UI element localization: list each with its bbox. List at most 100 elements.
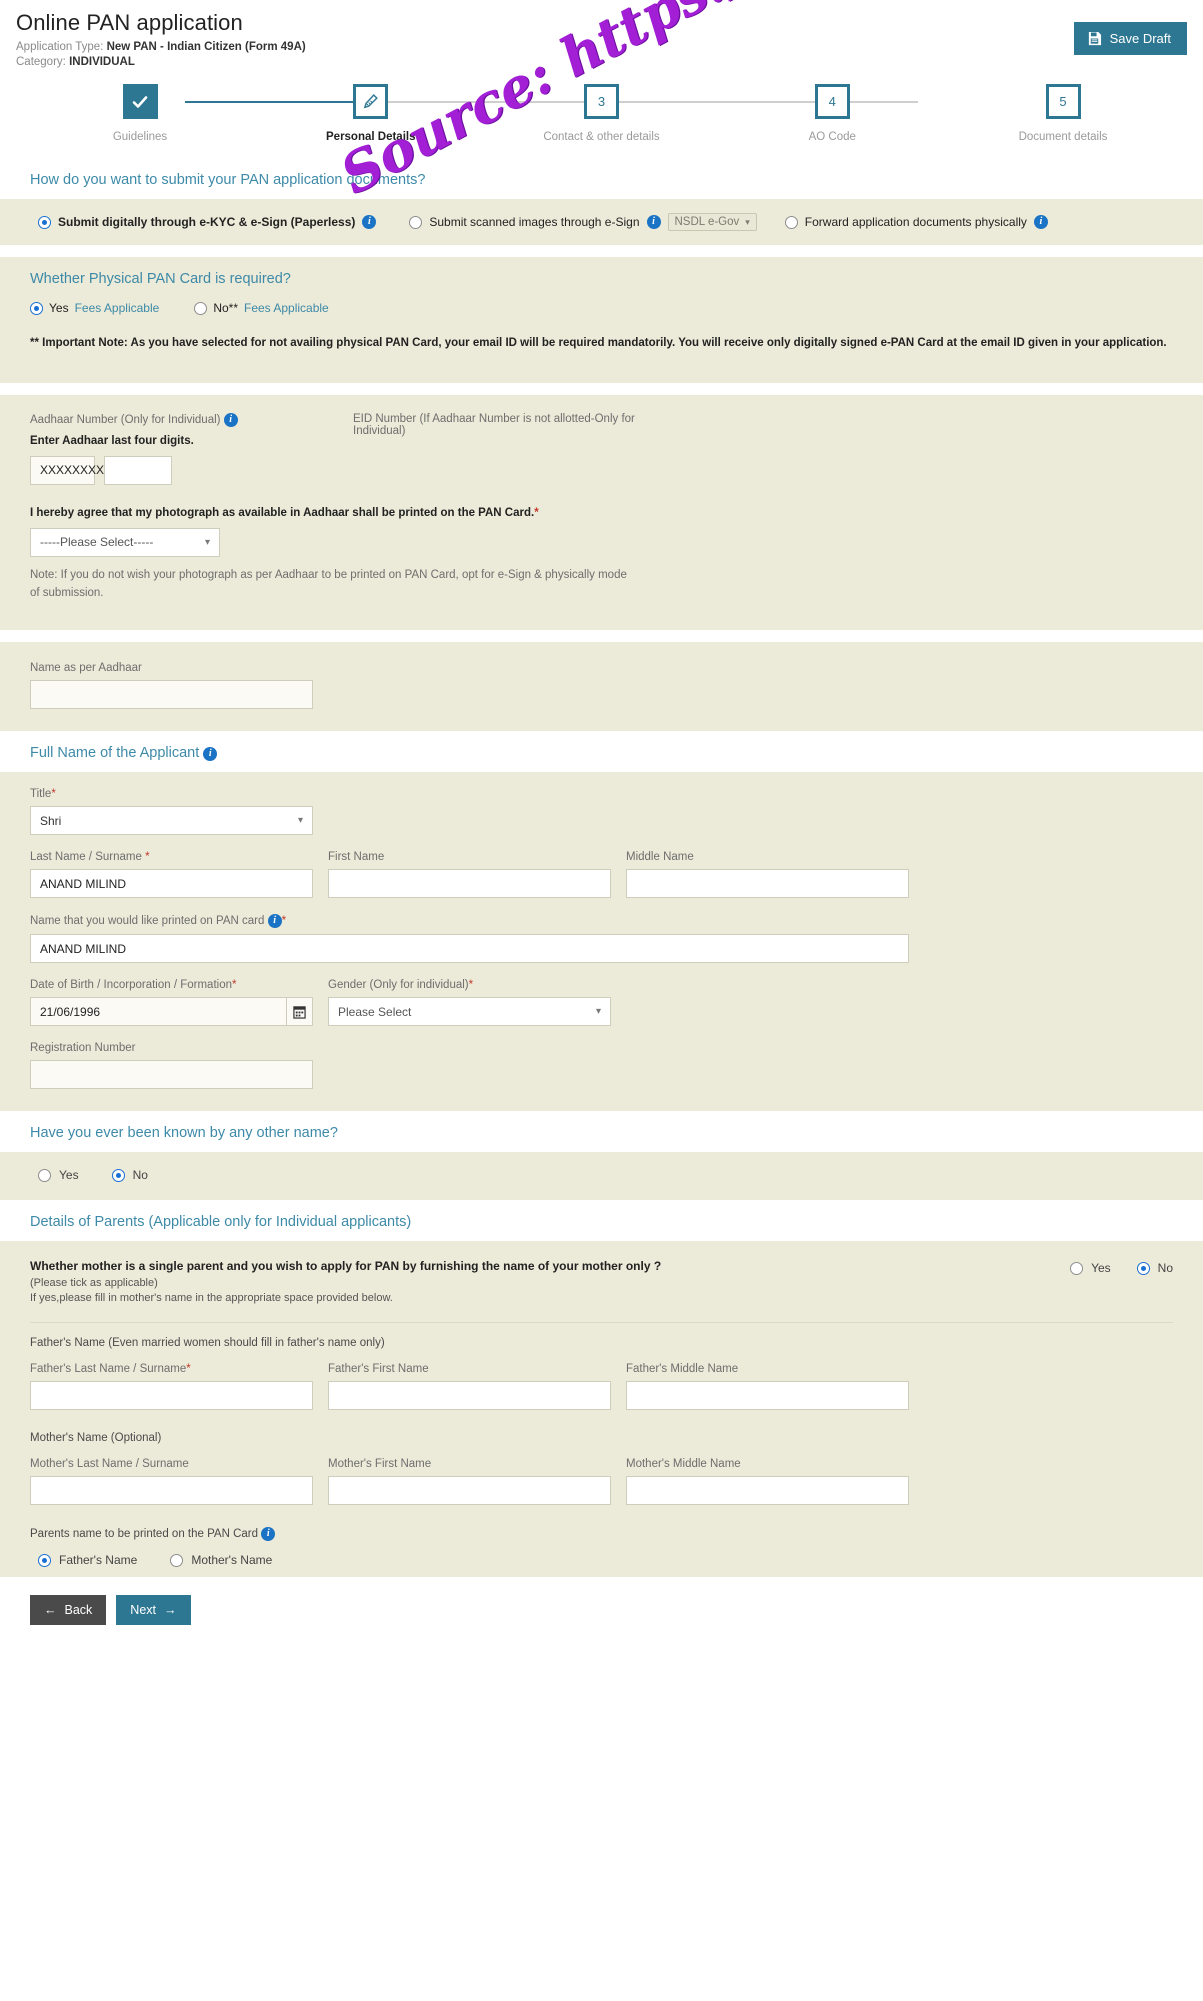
mother-first-name-group: Mother's First Name	[328, 1458, 611, 1506]
aadhaar-consent-value: -----Please Select-----	[40, 535, 154, 550]
info-icon[interactable]: i	[646, 215, 661, 229]
pencil-icon	[353, 84, 389, 119]
calendar-icon[interactable]	[285, 997, 313, 1027]
stepper-connector-3	[550, 101, 735, 103]
father-name-heading: Father's Name (Even married women should…	[30, 1337, 385, 1350]
first-name-input[interactable]	[328, 869, 611, 899]
step-ao-code[interactable]: 4 AO Code	[772, 84, 892, 149]
aadhaar-number-group: Aadhaar Number (Only for Individual) i E…	[30, 412, 330, 485]
aadhaar-masked-input[interactable]: XXXXXXXX	[30, 455, 104, 485]
father-middle-name-group: Father's Middle Name	[626, 1363, 909, 1411]
step-3-label: Contact & other details	[543, 131, 660, 143]
printed-parent-mother-radio[interactable]	[170, 1553, 184, 1567]
aadhaar-consent-select[interactable]: -----Please Select----- ▾	[30, 527, 220, 557]
info-icon[interactable]: i	[203, 746, 218, 761]
mother-middle-name-label: Mother's Middle Name	[626, 1458, 741, 1471]
aadhaar-consent-note: Note: If you do not wish your photograph…	[30, 568, 627, 599]
other-name-no[interactable]: No	[111, 1168, 148, 1182]
info-icon[interactable]: i	[1033, 215, 1048, 229]
registration-number-input[interactable]	[30, 1060, 313, 1090]
other-name-section-title: Have you ever been known by any other na…	[30, 1125, 338, 1142]
physical-card-no[interactable]: No** Fees Applicable	[194, 301, 329, 315]
single-parent-question-group: Whether mother is a single parent and yo…	[30, 1259, 661, 1304]
submission-option-physical-radio[interactable]	[784, 215, 798, 229]
submission-option-ekyc[interactable]: Submit digitally through e-KYC & e-Sign …	[38, 215, 377, 229]
last-name-input[interactable]: ANAND MILIND	[30, 869, 313, 899]
title-label: Title*	[30, 788, 56, 801]
fees-applicable-link-no[interactable]: Fees Applicable	[244, 301, 329, 315]
dob-group: Date of Birth / Incorporation / Formatio…	[30, 979, 313, 1027]
physical-card-yes-label: Yes	[49, 301, 69, 315]
step-3-marker: 3	[584, 84, 619, 119]
father-last-name-input[interactable]	[30, 1381, 313, 1411]
physical-card-no-label: No**	[213, 301, 238, 315]
middle-name-input[interactable]	[626, 869, 909, 899]
printed-name-label: Name that you would like printed on PAN …	[30, 914, 287, 929]
info-icon[interactable]: i	[261, 1527, 276, 1542]
single-parent-yes[interactable]: Yes	[1070, 1261, 1111, 1275]
other-name-yes-radio[interactable]	[38, 1168, 51, 1182]
aadhaar-last-four-input[interactable]	[104, 455, 172, 485]
physical-card-yes[interactable]: Yes Fees Applicable	[30, 301, 159, 315]
mother-first-name-input[interactable]	[328, 1476, 611, 1506]
mother-last-name-group: Mother's Last Name / Surname	[30, 1458, 313, 1506]
arrow-left-icon: ←	[44, 1603, 57, 1618]
chevron-down-icon: ▾	[745, 216, 750, 227]
submission-option-ekyc-radio[interactable]	[38, 215, 51, 229]
other-name-no-radio[interactable]	[111, 1168, 125, 1182]
info-icon[interactable]: i	[362, 215, 377, 229]
chevron-down-icon: ▾	[595, 1006, 601, 1018]
mother-last-name-input[interactable]	[30, 1476, 313, 1506]
mother-middle-name-input[interactable]	[626, 1476, 909, 1506]
single-parent-question: Whether mother is a single parent and yo…	[30, 1259, 662, 1274]
section-gap	[0, 382, 1203, 395]
next-button[interactable]: Next →	[116, 1595, 191, 1626]
submission-panel: Submit digitally through e-KYC & e-Sign …	[0, 199, 1203, 245]
back-button[interactable]: ← Back	[30, 1595, 107, 1626]
save-draft-button[interactable]: Save Draft	[1073, 22, 1187, 55]
other-name-yes-label: Yes	[59, 1168, 79, 1183]
printed-parent-mother[interactable]: Mother's Name	[170, 1553, 272, 1567]
application-type-value: New PAN - Indian Citizen (Form 49A)	[106, 41, 306, 53]
father-middle-name-input[interactable]	[626, 1381, 909, 1411]
info-icon[interactable]: i	[223, 412, 238, 427]
submission-option-scanned-radio[interactable]	[409, 215, 423, 229]
esign-provider-select[interactable]: NSDL e-Gov ▾	[667, 213, 757, 231]
chevron-down-icon: ▾	[204, 536, 210, 548]
info-icon[interactable]: i	[267, 914, 282, 929]
save-draft-label: Save Draft	[1109, 31, 1171, 46]
dob-input[interactable]: 21/06/1996	[30, 997, 286, 1027]
step-personal-details[interactable]: Personal Details	[311, 84, 431, 149]
title-select[interactable]: Shri ▾	[30, 806, 313, 836]
other-name-yes[interactable]: Yes	[38, 1168, 79, 1182]
submission-option-physical[interactable]: Forward application documents physically…	[784, 215, 1048, 229]
single-parent-row: Whether mother is a single parent and yo…	[30, 1259, 1173, 1304]
name-as-aadhaar-input[interactable]	[30, 680, 313, 710]
father-name-row: Father's Last Name / Surname* Father's F…	[30, 1363, 1173, 1411]
single-parent-options: Yes No	[1070, 1259, 1173, 1275]
printed-parent-father[interactable]: Father's Name	[38, 1553, 137, 1567]
first-name-group: First Name	[328, 851, 611, 899]
step-guidelines[interactable]: Guidelines	[80, 84, 200, 149]
step-contact-details[interactable]: 3 Contact & other details	[542, 84, 662, 149]
single-parent-no[interactable]: No	[1136, 1261, 1173, 1275]
printed-name-input[interactable]: ANAND MILIND	[30, 934, 909, 964]
step-document-details[interactable]: 5 Document details	[1003, 84, 1123, 149]
submission-option-scanned-label: Submit scanned images through e-Sign	[429, 215, 640, 229]
full-name-section-title: Full Name of the Applicant i	[0, 731, 1203, 772]
physical-card-no-radio[interactable]	[194, 301, 208, 315]
fees-applicable-link-yes[interactable]: Fees Applicable	[75, 301, 160, 315]
single-parent-no-radio[interactable]	[1136, 1261, 1150, 1275]
printed-parent-label: Parents name to be printed on the PAN Ca…	[30, 1527, 1173, 1542]
father-first-name-input[interactable]	[328, 1381, 611, 1411]
section-gap	[0, 245, 1203, 257]
printed-parent-father-radio[interactable]	[38, 1553, 51, 1567]
last-name-group: Last Name / Surname * ANAND MILIND	[30, 851, 313, 899]
name-as-aadhaar-panel: Name as per Aadhaar	[0, 642, 1203, 732]
single-parent-yes-radio[interactable]	[1070, 1261, 1084, 1275]
step-4-label: AO Code	[808, 131, 856, 143]
submission-option-scanned[interactable]: Submit scanned images through e-Sign i N…	[409, 213, 757, 231]
gender-select[interactable]: Please Select ▾	[328, 997, 611, 1027]
physical-card-yes-radio[interactable]	[30, 301, 43, 315]
submission-options: Submit digitally through e-KYC & e-Sign …	[30, 213, 1173, 231]
